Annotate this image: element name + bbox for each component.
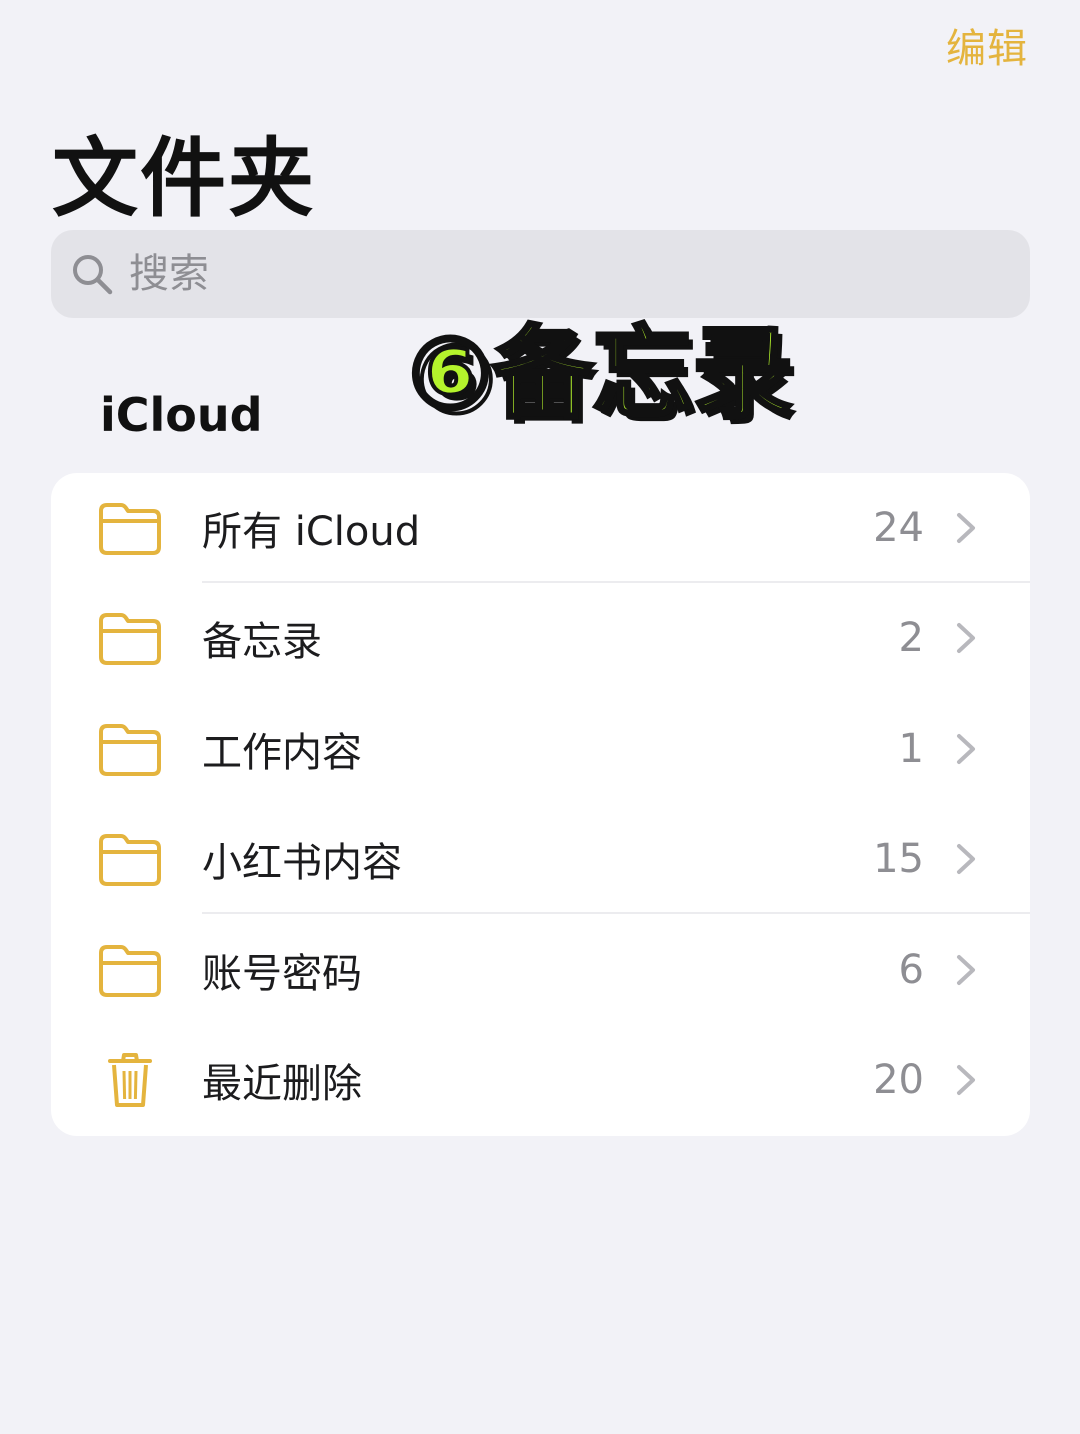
folder-icon [97, 499, 163, 557]
folder-count: 15 [873, 836, 924, 882]
trash-icon [97, 1051, 163, 1109]
folder-row-passwords[interactable]: 账号密码 6 [51, 915, 1030, 1025]
row-separator [202, 912, 1030, 914]
search-icon [69, 251, 115, 297]
folder-row-all-icloud[interactable]: 所有 iCloud 24 [51, 473, 1030, 583]
chevron-right-icon [954, 952, 978, 988]
folder-icon [97, 830, 163, 888]
folder-count: 1 [898, 726, 924, 772]
folder-count: 24 [873, 505, 924, 551]
chevron-right-icon [954, 1062, 978, 1098]
page-title: 文件夹 [52, 129, 316, 229]
folder-icon [97, 941, 163, 999]
folder-label: 小红书内容 [202, 840, 402, 886]
section-header-icloud: iCloud [100, 388, 263, 442]
folder-label: 备忘录 [202, 619, 322, 665]
chevron-right-icon [954, 841, 978, 877]
folder-label: 账号密码 [202, 951, 362, 997]
folder-label: 最近删除 [202, 1061, 362, 1107]
folder-count: 6 [898, 947, 924, 993]
overlay-title-sticker: ⑥备忘录 [406, 313, 795, 434]
folder-list: 所有 iCloud 24 备忘录 2 工作内容 1 小红书内容 15 账号密码 … [51, 473, 1030, 1136]
edit-button[interactable]: 编辑 [946, 16, 1028, 74]
folder-count: 2 [898, 615, 924, 661]
folder-row-recently-deleted[interactable]: 最近删除 20 [51, 1025, 1030, 1135]
chevron-right-icon [954, 620, 978, 656]
folder-icon [97, 720, 163, 778]
folder-row-notes[interactable]: 备忘录 2 [51, 583, 1030, 693]
chevron-right-icon [954, 731, 978, 767]
folder-label: 所有 iCloud [202, 509, 421, 555]
folder-count: 20 [873, 1057, 924, 1103]
folder-icon [97, 609, 163, 667]
folder-row-xiaohongshu[interactable]: 小红书内容 15 [51, 804, 1030, 914]
folder-row-work[interactable]: 工作内容 1 [51, 694, 1030, 804]
folder-label: 工作内容 [202, 730, 362, 776]
chevron-right-icon [954, 510, 978, 546]
